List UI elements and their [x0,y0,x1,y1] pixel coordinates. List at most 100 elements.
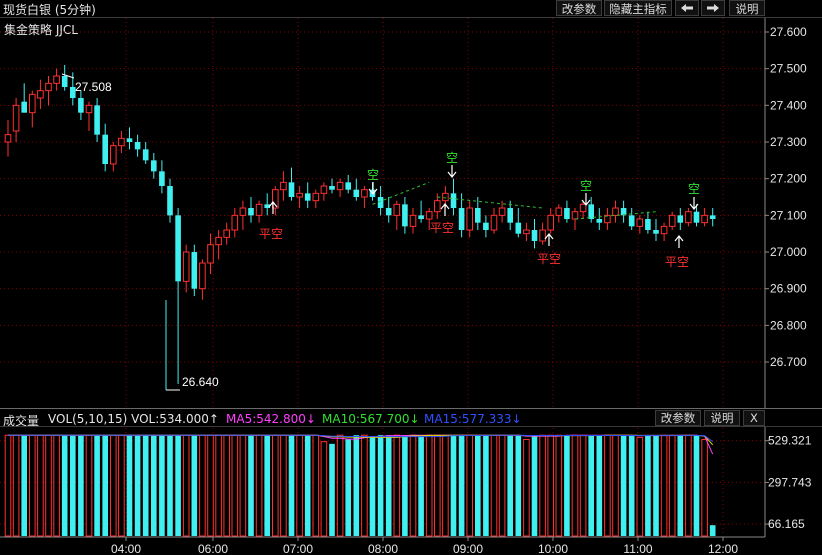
candle-body-up [280,181,287,191]
signal-short-4: 空 [688,182,700,210]
volume-bar-up [571,434,579,537]
candle-body-up [231,214,239,231]
volume-bar-up [409,434,417,537]
candle-body-up [239,207,247,216]
volume-tick-label: 66.165 [768,517,805,531]
candle-body-down [191,252,198,289]
volume-bar-up [296,434,303,537]
volume-help-button[interactable]: 说明 [704,410,740,426]
volume-bar-up [223,434,230,537]
volume-bar-down [475,435,481,536]
candle-body-down [345,182,351,190]
chart-canvas[interactable]: 27.508 26.640 平空 空 空 平空 平空 空 平空 空 27.600… [0,0,822,555]
ma15-readout: MA15:577.333↓ [424,412,522,426]
volume-bar-up [312,434,320,537]
candle-body-up [612,207,619,216]
svg-text:平空: 平空 [665,255,689,269]
volume-bar-up [320,441,328,537]
signal-cover-1: 平空 [259,201,283,241]
candle-body-down [167,186,173,216]
volume-bar-up [272,434,279,537]
volume-bar-down [628,435,635,536]
volume-bar-down [515,435,522,536]
volume-bar-down [385,435,392,536]
price-tick-label: 27.600 [770,25,807,39]
svg-text:平空: 平空 [537,252,561,266]
volume-bar-up [85,434,93,537]
candle-body-up [701,214,708,224]
candle-body-up [636,218,644,227]
candle-body-up [539,229,546,242]
candle-body-down [709,215,716,220]
volume-bar-down [596,435,603,536]
candle-body-down [159,171,165,187]
price-tick-label: 27.300 [770,135,807,149]
volume-bar-up [45,434,52,537]
time-tick-label: 10:00 [538,542,568,555]
volume-bar-down [693,435,700,536]
volume-bar-down [507,435,513,536]
volume-bar-down [61,435,68,536]
volume-bar-down [94,435,100,536]
candle-body-down [402,204,408,227]
candle-body-down [142,149,149,161]
candle-body-up [434,200,441,213]
volume-bar-up [118,434,125,537]
volume-bar-up [336,434,344,537]
volume-bar-down [142,435,149,536]
ma5-readout: MA5:542.800↓ [226,412,316,426]
chart-window: 现货白银 (5分钟) 改参数 隐藏主指标 说明 集金策略 JJCL 27.508… [0,0,822,555]
candle-body-down [304,193,311,201]
candle-body-up [37,90,44,99]
candle-body-down [134,142,141,150]
volume-bar-up [547,434,555,537]
volume-header: 成交量 VOL(5,10,15) VOL:534.000↑ MA5:542.80… [0,408,822,428]
signal-cover-2: 平空 [430,203,454,235]
candle-body-up [523,229,530,235]
candle-body-down [102,134,108,165]
volume-bar-up [442,434,449,537]
volume-bar-down [304,435,311,536]
volume-bar-up [361,434,368,537]
svg-text:空: 空 [688,182,700,196]
svg-text:平空: 平空 [430,221,454,235]
volume-bar-down [175,435,181,536]
candle-body-down [78,98,84,113]
low-label: 26.640 [182,375,219,389]
volume-params-button[interactable]: 改参数 [655,410,701,426]
volume-bar-up [685,434,692,537]
signal-short-1: 空 [367,168,379,195]
volume-bar-up [425,434,433,537]
candle-body-down [677,215,684,223]
volume-bar-down [151,435,157,536]
price-tick-label: 27.100 [770,208,807,222]
candle-body-up [425,211,433,220]
volume-bar-up [701,439,708,537]
volume-bar-up [4,434,12,537]
volume-title: 成交量 [3,414,40,428]
vol-readout: VOL(5,10,15) VOL:534.000↑ [48,412,219,426]
volume-bar-down [126,435,133,536]
volume-tick-label: 529.321 [768,434,812,448]
volume-bar-up [280,434,287,537]
volume-bar-up [182,434,190,537]
volume-bar-up [498,434,506,537]
volume-bar-up [523,439,530,537]
volume-close-button[interactable]: X [743,410,765,426]
candle-body-down [126,138,133,143]
candle-body-down [628,215,635,227]
candle-body-up [571,211,579,220]
candle-body-down [385,208,392,216]
candle-body-up [668,214,676,227]
volume-bar-up [490,434,498,537]
volume-bar-down [353,435,360,536]
candle-body-up [45,82,52,92]
volume-bar-up [29,434,36,537]
candle-body-up [207,244,214,264]
candle-body-down [61,76,68,88]
candle-body-down [418,215,424,220]
candle-body-up [320,185,328,194]
candle-body-up [223,229,230,238]
candle-body-down [377,197,384,209]
svg-text:空: 空 [580,179,592,193]
